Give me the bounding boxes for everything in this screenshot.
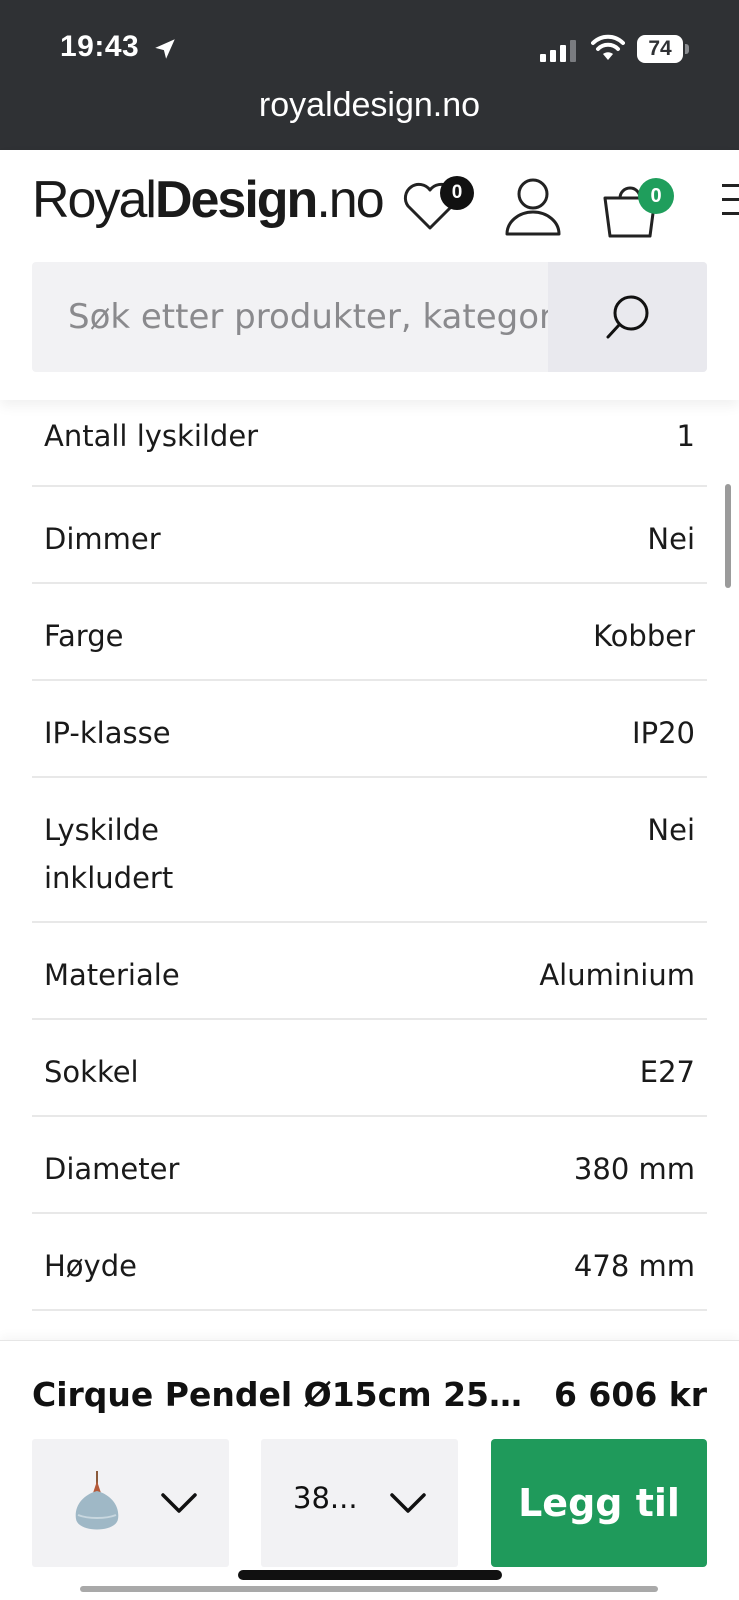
search-input[interactable] xyxy=(32,262,548,372)
cart-count-badge: 0 xyxy=(638,178,674,214)
menu-icon[interactable] xyxy=(722,184,739,220)
spec-value: Nei xyxy=(647,522,695,556)
status-time: 19:43 xyxy=(60,30,140,63)
spec-value: E27 xyxy=(639,1055,695,1089)
battery-icon: 74 xyxy=(637,35,689,63)
pendant-lamp-thumbnail xyxy=(75,1471,119,1530)
wifi-icon xyxy=(591,34,625,60)
spec-label: Farge xyxy=(44,619,124,653)
buy-bar: Cirque Pendel Ø15cm 25W E... 6 606 kr 38… xyxy=(0,1340,739,1600)
chevron-down-icon xyxy=(390,1493,426,1513)
spec-value: 478 mm xyxy=(573,1249,695,1283)
spec-label: Antall lyskilder xyxy=(44,419,259,453)
spec-value: Nei xyxy=(647,813,695,847)
spec-row: Lyskilde inkludert Nei xyxy=(32,778,707,923)
spec-row: Dimmer Nei xyxy=(32,487,707,584)
location-arrow-icon xyxy=(155,39,175,59)
variant-select[interactable] xyxy=(32,1439,229,1567)
spec-row: Høyde 478 mm xyxy=(32,1214,707,1311)
spec-row: Materiale Aluminium xyxy=(32,923,707,1020)
spec-value: IP20 xyxy=(632,716,695,750)
search-bar xyxy=(32,262,707,372)
spec-label: Dimmer xyxy=(44,522,161,556)
product-price: 6 606 kr xyxy=(553,1375,707,1414)
safari-toolbar-edge xyxy=(80,1586,658,1592)
user-account-icon[interactable] xyxy=(504,176,562,236)
product-title: Cirque Pendel Ø15cm 25W E... xyxy=(32,1375,542,1414)
logo-design: Design xyxy=(154,171,318,229)
search-button[interactable] xyxy=(548,262,707,372)
logo-royal: Royal xyxy=(32,171,157,229)
spec-row: Diameter 380 mm xyxy=(32,1117,707,1214)
status-bar: 19:43 74 royaldesign.no xyxy=(0,0,739,150)
size-select[interactable]: 38... xyxy=(261,1439,458,1567)
product-specifications: Antall lyskilder 1 Dimmer Nei Farge Kobb… xyxy=(32,390,707,1311)
spec-label: Diameter xyxy=(44,1152,180,1186)
spec-value: 1 xyxy=(676,419,695,453)
battery-level: 74 xyxy=(637,35,683,63)
cellular-signal-icon xyxy=(540,38,576,62)
logo-suffix: .no xyxy=(316,171,384,229)
site-logo[interactable]: RoyalDesign.no xyxy=(32,170,385,230)
add-to-cart-button[interactable]: Legg til xyxy=(491,1439,707,1567)
spec-value: 380 mm xyxy=(573,1152,695,1186)
spec-label: Sokkel xyxy=(44,1055,139,1089)
spec-row: Sokkel E27 xyxy=(32,1020,707,1117)
spec-row: IP-klasse IP20 xyxy=(32,681,707,778)
spec-label: Materiale xyxy=(44,958,180,992)
spec-label: IP-klasse xyxy=(44,716,171,750)
wishlist-count-badge: 0 xyxy=(440,176,474,210)
spec-row: Farge Kobber xyxy=(32,584,707,681)
spec-value: Kobber xyxy=(593,619,695,653)
spec-label: Lyskilde inkludert xyxy=(44,813,174,895)
spec-label: Høyde xyxy=(44,1249,137,1283)
search-icon xyxy=(606,295,648,339)
spec-row: Antall lyskilder 1 xyxy=(32,390,707,487)
spec-value: Aluminium xyxy=(539,958,695,992)
chevron-down-icon xyxy=(161,1493,197,1513)
home-indicator[interactable] xyxy=(238,1570,502,1580)
address-bar-url[interactable]: royaldesign.no xyxy=(0,86,739,125)
page-scrollbar[interactable] xyxy=(725,484,731,588)
size-select-value: 38... xyxy=(293,1481,358,1515)
